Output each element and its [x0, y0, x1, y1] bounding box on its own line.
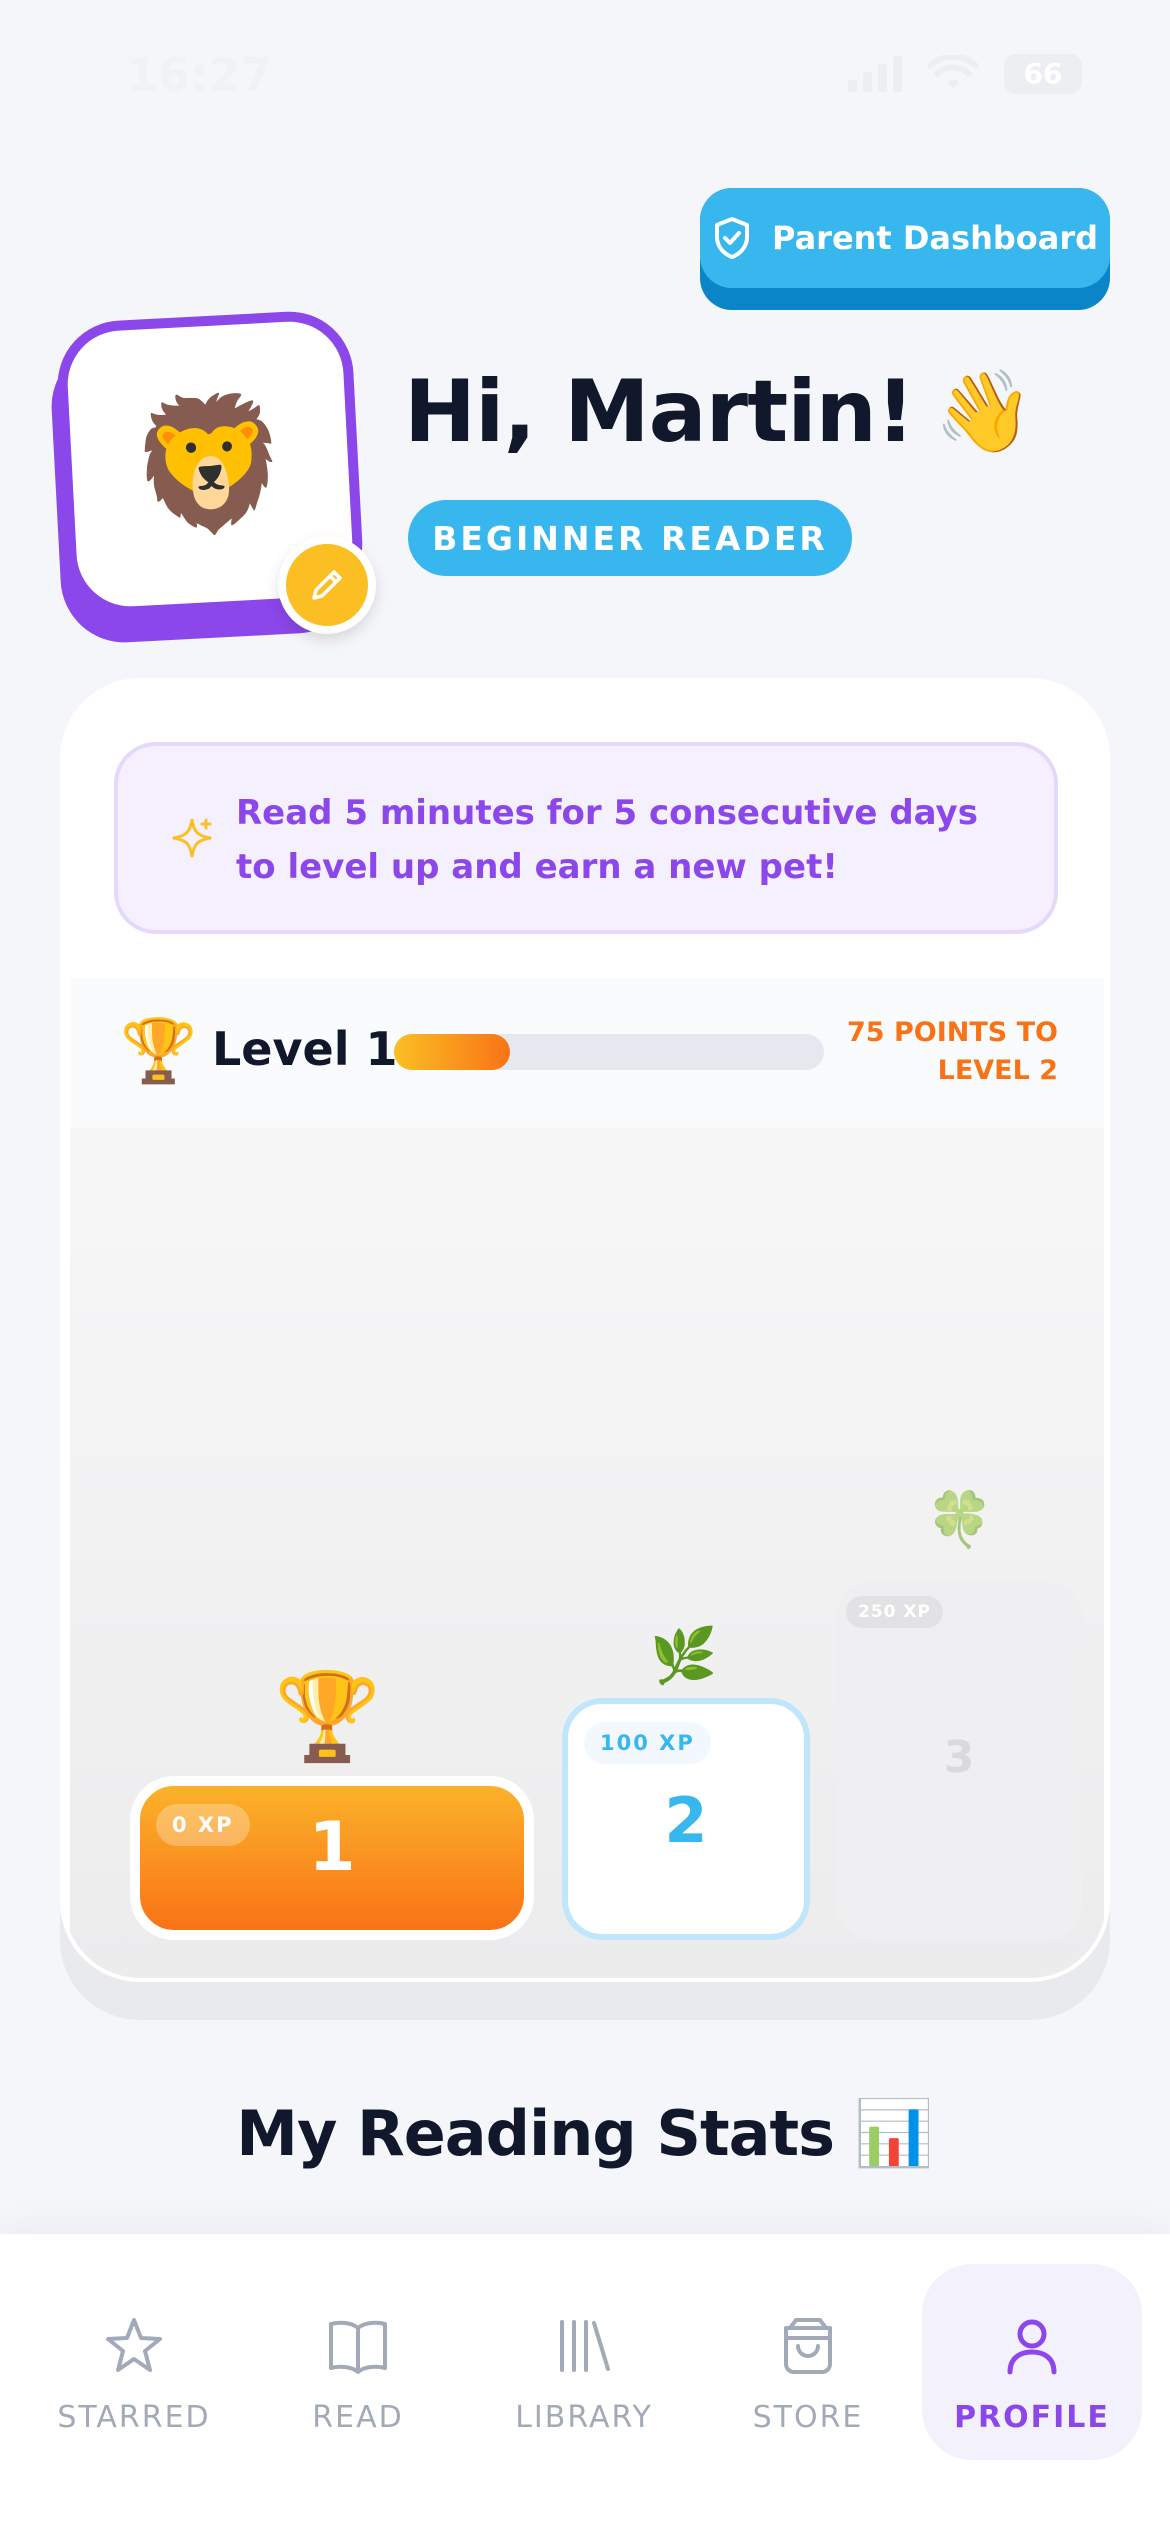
shield-check-icon	[714, 217, 749, 259]
battery-indicator: 66	[1004, 54, 1082, 94]
level-label: Level 1	[212, 1022, 398, 1076]
status-bar: 16:27 66	[0, 0, 1170, 150]
waving-hand-icon: 👋	[934, 365, 1034, 458]
level-podium: 🏆 0 XP 1 🌿 100 XP 2 🍀 250 XP 3	[70, 1128, 1104, 1978]
podium-step-1[interactable]: 0 XP 1	[130, 1776, 534, 1940]
level-card: Read 5 minutes for 5 consecutive days to…	[60, 678, 1110, 1982]
avatar[interactable]: 🦁	[48, 308, 376, 656]
lion-avatar-icon: 🦁	[125, 383, 295, 545]
status-time: 16:27	[126, 48, 273, 102]
step-number: 3	[943, 1732, 975, 1783]
level-progress-fill	[394, 1034, 511, 1070]
pencil-icon	[312, 570, 342, 600]
sparkle-icon	[172, 818, 212, 858]
reader-level-badge: BEGINNER READER	[408, 500, 852, 576]
tab-library[interactable]: LIBRARY	[474, 2264, 694, 2460]
edit-avatar-button[interactable]	[278, 536, 376, 634]
wifi-icon	[928, 55, 978, 89]
status-icons: 66	[848, 54, 1082, 94]
step-number: 2	[664, 1784, 708, 1857]
signal-icon	[848, 56, 902, 92]
goal-tip: Read 5 minutes for 5 consecutive days to…	[114, 742, 1058, 934]
tab-read[interactable]: READ	[248, 2264, 468, 2460]
level-progress-bar	[394, 1034, 824, 1070]
podium-step-2[interactable]: 100 XP 2	[562, 1698, 810, 1940]
level-progress-row: 🏆 Level 1 75 POINTS TO LEVEL 2	[70, 978, 1104, 1128]
parent-dashboard-label: Parent Dashboard	[771, 219, 1099, 257]
book-icon	[248, 2314, 468, 2382]
bag-icon	[698, 2314, 918, 2382]
tab-starred[interactable]: STARRED	[24, 2264, 244, 2460]
person-icon	[922, 2314, 1142, 2382]
clover-icon: 🍀	[926, 1488, 994, 1551]
trophy-icon: 🏆	[120, 1014, 198, 1087]
tab-store[interactable]: STORE	[698, 2264, 918, 2460]
herb-icon: 🌿	[650, 1624, 718, 1687]
points-to-next-level: 75 POINTS TO LEVEL 2	[847, 1017, 1058, 1086]
library-icon	[474, 2314, 694, 2382]
parent-dashboard-button[interactable]: Parent Dashboard	[700, 188, 1110, 310]
goal-tip-text: Read 5 minutes for 5 consecutive days to…	[236, 793, 978, 887]
greeting-text: Hi, Martin!	[404, 362, 915, 462]
star-icon	[24, 2314, 244, 2382]
podium-step-3[interactable]: 250 XP 3	[836, 1582, 1082, 1940]
bar-chart-icon: 📊	[854, 2097, 934, 2171]
xp-pill: 250 XP	[846, 1596, 943, 1628]
trophy-icon: 🏆	[274, 1667, 382, 1767]
xp-pill: 100 XP	[584, 1722, 711, 1764]
tab-profile[interactable]: PROFILE	[922, 2264, 1142, 2460]
greeting: Hi, Martin! 👋	[404, 362, 1034, 462]
step-number: 1	[308, 1808, 356, 1887]
bottom-tab-bar: STARRED READ LIBRARY STORE PROFILE	[0, 2234, 1170, 2532]
reading-stats-title: My Reading Stats 📊	[236, 2097, 934, 2171]
